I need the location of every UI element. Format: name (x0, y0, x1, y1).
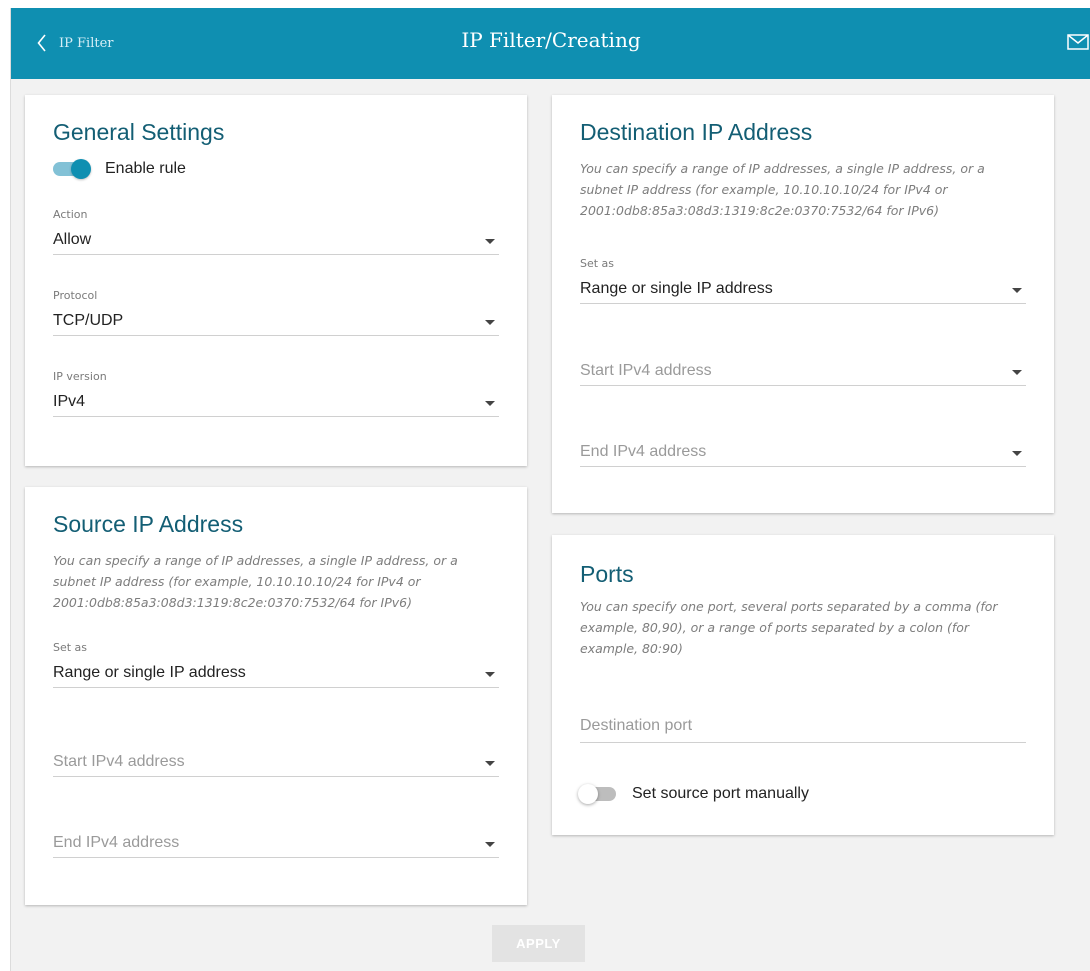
source-set-as-dropdown-icon (485, 672, 495, 677)
action-value: Allow (53, 231, 92, 248)
destination-start-ip-placeholder: Start IPv4 address (580, 362, 712, 379)
destination-set-as-dropdown-icon (1012, 288, 1022, 293)
protocol-label: Protocol (53, 289, 98, 302)
apply-button[interactable]: APPLY (492, 925, 585, 962)
enable-rule-label: Enable rule (105, 160, 186, 177)
ip-version-label: IP version (53, 370, 107, 383)
general-settings-card: General Settings Enable rule Action Allo… (25, 95, 527, 466)
destination-end-ip-dropdown-icon (1012, 451, 1022, 456)
ports-title: Ports (580, 561, 634, 587)
source-end-ip-field: End IPv4 address (53, 830, 499, 858)
action-label: Action (53, 208, 88, 221)
general-settings-title: General Settings (53, 119, 225, 145)
source-ip-title: Source IP Address (53, 511, 244, 537)
action-dropdown-icon (485, 239, 495, 244)
protocol-value: TCP/UDP (53, 312, 124, 329)
destination-start-ip-field: Start IPv4 address (580, 358, 1026, 386)
ports-card: Ports You can specify one port, several … (552, 535, 1054, 835)
source-port-switch[interactable] (578, 784, 616, 804)
destination-end-ip-field: End IPv4 address (580, 439, 1026, 467)
source-start-ip-dropdown-icon (485, 761, 495, 766)
protocol-dropdown-icon (485, 320, 495, 325)
enable-rule-switch[interactable] (53, 159, 91, 179)
source-port-toggle[interactable]: Set source port manually (578, 784, 809, 804)
page-title: IP Filter/Creating (461, 28, 641, 52)
source-end-ip-placeholder: End IPv4 address (53, 834, 180, 851)
source-start-ip-combobox[interactable]: Start IPv4 address (53, 749, 499, 777)
enable-rule-toggle[interactable]: Enable rule (53, 159, 186, 179)
action-select[interactable]: Allow (53, 227, 499, 255)
destination-set-as-select[interactable]: Range or single IP address (580, 276, 1026, 304)
protocol-select[interactable]: TCP/UDP (53, 308, 499, 336)
ip-version-dropdown-icon (485, 401, 495, 406)
source-ip-card: Source IP Address You can specify a rang… (25, 487, 527, 905)
destination-ip-title: Destination IP Address (580, 119, 813, 145)
destination-set-as-label: Set as (580, 257, 615, 270)
source-ip-description: You can specify a range of IP addresses,… (53, 553, 458, 610)
source-set-as-label: Set as (53, 641, 88, 654)
ip-version-value: IPv4 (53, 393, 86, 410)
protocol-field: Protocol TCP/UDP (53, 289, 499, 336)
ip-version-field: IP version IPv4 (53, 370, 499, 417)
top-bar: IP Filter IP Filter/Creating (11, 8, 1090, 79)
destination-start-ip-combobox[interactable]: Start IPv4 address (580, 358, 1026, 386)
destination-ip-card: Destination IP Address You can specify a… (552, 95, 1054, 513)
destination-port-input[interactable] (580, 711, 1026, 741)
destination-end-ip-placeholder: End IPv4 address (580, 443, 707, 460)
destination-end-ip-combobox[interactable]: End IPv4 address (580, 439, 1026, 467)
source-end-ip-combobox[interactable]: End IPv4 address (53, 830, 499, 858)
ports-description: You can specify one port, several ports … (580, 599, 998, 656)
source-start-ip-field: Start IPv4 address (53, 749, 499, 777)
source-port-toggle-label: Set source port manually (632, 785, 809, 802)
destination-ip-description: You can specify a range of IP addresses,… (580, 161, 985, 218)
ip-version-select[interactable]: IPv4 (53, 389, 499, 417)
destination-set-as-field: Set as Range or single IP address (580, 257, 1026, 304)
source-set-as-select[interactable]: Range or single IP address (53, 660, 499, 688)
app-window: IP Filter IP Filter/Creating General Set… (10, 8, 1090, 971)
source-set-as-field: Set as Range or single IP address (53, 641, 499, 688)
destination-set-as-value: Range or single IP address (580, 280, 773, 297)
action-field: Action Allow (53, 208, 499, 255)
source-set-as-value: Range or single IP address (53, 664, 246, 681)
envelope-icon[interactable] (1067, 34, 1089, 55)
source-start-ip-placeholder: Start IPv4 address (53, 753, 185, 770)
destination-start-ip-dropdown-icon (1012, 370, 1022, 375)
source-end-ip-dropdown-icon (485, 842, 495, 847)
destination-port-field (580, 711, 1026, 743)
